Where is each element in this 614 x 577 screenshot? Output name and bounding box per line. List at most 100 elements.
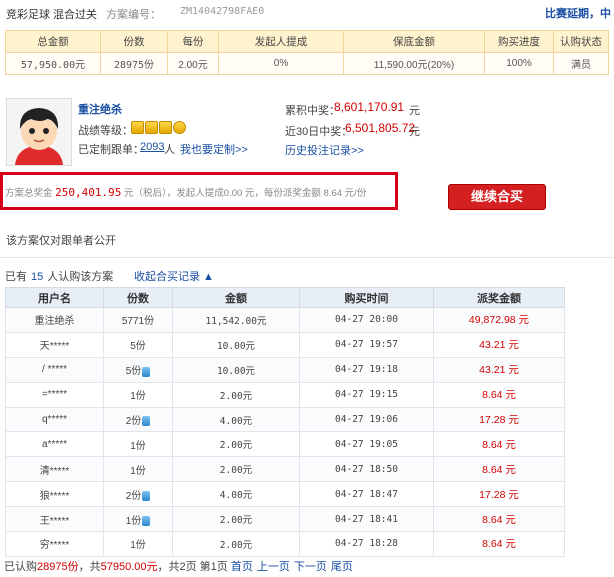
- prize-summary: 方案总奖金 250,401.95 元（税后），发起人提成0.00 元，每份派奖金…: [5, 185, 366, 199]
- cell-shares: 1份: [103, 506, 173, 533]
- cell-amount: 10.00元: [172, 331, 300, 358]
- cell-time-text: 04-27 19:57: [335, 339, 398, 351]
- cell-username-text: 穷*****: [39, 540, 70, 552]
- cell-username-text: q*****: [41, 414, 68, 425]
- prize-highlight-box: 方案总奖金 250,401.95 元（税后），发起人提成0.00 元，每份派奖金…: [0, 172, 398, 210]
- cell-time-text: 04-27 18:50: [335, 463, 398, 475]
- cell-time-text: 04-27 19:18: [335, 364, 398, 376]
- table-row: / ***** 5份 10.00元 04-27 19:18 43.21 元: [5, 356, 565, 383]
- cell-shares-text: 2份: [125, 416, 142, 427]
- crown-icon: [159, 121, 172, 134]
- pager-pages: ，共2页 第1页: [157, 561, 228, 573]
- first-page-link[interactable]: 首页: [231, 561, 253, 573]
- cell-prize-text: 43.21 元: [479, 339, 519, 352]
- buyers-suffix: 人认购该方案: [47, 271, 114, 283]
- cell-amount: 2.00元: [172, 506, 300, 533]
- mobile-icon: [142, 366, 151, 377]
- next-page-link[interactable]: 下一页: [294, 561, 327, 573]
- username-link[interactable]: 重注绝杀: [78, 101, 122, 117]
- last-page-link[interactable]: 尾页: [331, 561, 353, 573]
- total-win-value: 8,601,170.91: [334, 100, 405, 114]
- cell-shares-text: 5771份: [121, 316, 155, 328]
- col-shares: 份数: [103, 287, 173, 308]
- col-username: 用户名: [5, 287, 104, 308]
- col-time: 购买时间: [299, 287, 434, 308]
- cell-username-text: 王*****: [39, 515, 70, 527]
- buyers-prefix: 已有: [5, 271, 27, 283]
- buyers-count: 15: [31, 271, 44, 283]
- total-amount: 57,950.00元: [5, 52, 101, 75]
- col-amount: 金额: [172, 287, 300, 308]
- table-row: 重注绝杀 5771份 11,542.00元 04-27 20:00 49,872.98 …: [5, 307, 565, 333]
- mobile-icon: [142, 491, 151, 502]
- cell-prize-text: 49,872.98 元: [468, 314, 530, 327]
- cell-shares-text: 5份: [125, 366, 142, 378]
- cell-prize-text: 8.64 元: [482, 538, 516, 551]
- cell-amount-text: 4.00元: [219, 415, 253, 427]
- cell-amount: 2.00元: [172, 531, 300, 557]
- level-medals: [131, 121, 186, 134]
- cell-username: 穷*****: [5, 531, 104, 557]
- cell-username-text: =*****: [41, 389, 68, 401]
- col-prize: 派奖金额: [433, 287, 565, 308]
- cell-prize: 49,872.98 元: [433, 307, 565, 333]
- match-delay-link[interactable]: 比赛延期，中: [545, 5, 611, 21]
- table-row: 清***** 1份 2.00元 04-27 18:50 8.64 元: [5, 456, 565, 483]
- cell-prize: 8.64 元: [433, 531, 565, 557]
- cell-amount-text: 2.00元: [219, 539, 253, 551]
- cell-shares-text: 5份: [130, 341, 146, 353]
- cell-username: a*****: [5, 431, 104, 458]
- pager-mid: ，共: [78, 561, 101, 573]
- custom-follow-unit: 人: [164, 144, 175, 156]
- cell-shares-text: 1份: [130, 465, 146, 477]
- prize-label: 方案总奖金: [5, 188, 53, 199]
- custom-follow-count[interactable]: 2093: [140, 141, 164, 153]
- cell-prize: 43.21 元: [433, 356, 565, 383]
- cell-time: 04-27 19:18: [299, 356, 434, 383]
- crown-icon: [145, 121, 158, 134]
- cell-prize-text: 8.64 元: [482, 513, 516, 526]
- guarantee-amount: 11,590.00元(20%): [343, 52, 485, 75]
- cell-shares-text: 1份: [130, 440, 146, 452]
- cell-time-text: 04-27 18:47: [335, 488, 398, 500]
- history-bets-link[interactable]: 历史投注记录>>: [285, 142, 364, 158]
- prev-page-link[interactable]: 上一页: [257, 561, 290, 573]
- cell-prize-text: 17.28 元: [479, 414, 519, 426]
- cell-amount-text: 10.00元: [216, 340, 256, 352]
- table-row: 天***** 5份 10.00元 04-27 19:57 43.21 元: [5, 331, 565, 358]
- total-win-unit: 元: [409, 105, 420, 117]
- cell-time-text: 04-27 18:28: [335, 538, 398, 550]
- collapse-records-link[interactable]: 收起合买记录 ▲: [134, 268, 214, 284]
- cell-shares-text: 2份: [125, 490, 142, 502]
- cell-username-text: / *****: [41, 364, 67, 376]
- pager-shares: 28975份: [37, 561, 79, 573]
- user-avatar[interactable]: [6, 98, 72, 166]
- table-row: =***** 1份 2.00元 04-27 19:15 8.64 元: [5, 381, 565, 408]
- cell-time: 04-27 18:41: [299, 506, 434, 533]
- cell-time: 04-27 18:28: [299, 531, 434, 557]
- custom-follow-link[interactable]: 我也要定制>>: [180, 141, 248, 157]
- cell-amount-text: 2.00元: [219, 465, 253, 477]
- cell-amount: 4.00元: [172, 406, 300, 433]
- cell-shares: 2份: [103, 481, 173, 508]
- table-row: 穷***** 1份 2.00元 04-27 18:28 8.64 元: [5, 531, 565, 557]
- pager-total: 57950.00元: [100, 561, 158, 573]
- cell-shares: 5份: [103, 331, 173, 358]
- public-note: 该方案仅对跟单者公开: [6, 235, 116, 247]
- cell-username: =*****: [5, 381, 104, 408]
- cell-username: 清*****: [5, 456, 104, 483]
- cell-username-text: a*****: [41, 438, 68, 450]
- recent-win-label: 近30日中奖：: [285, 126, 353, 138]
- cell-prize: 8.64 元: [433, 506, 565, 533]
- pagination: 已认购28975份，共57950.00元，共2页 第1页 首页 上一页 下一页 尾页: [4, 558, 357, 574]
- sun-icon: [173, 121, 186, 134]
- cell-prize-text: 8.64 元: [482, 463, 516, 476]
- cell-amount-text: 10.00元: [216, 365, 256, 377]
- cell-username-text: 狼*****: [39, 490, 70, 502]
- continue-buy-button[interactable]: 继续合买: [448, 184, 546, 210]
- play-type: 混合过关: [53, 9, 97, 21]
- table-row: 王***** 1份 2.00元 04-27 18:41 8.64 元: [5, 506, 565, 533]
- cell-shares: 1份: [103, 456, 173, 483]
- lottery-type: 竞彩足球: [6, 9, 50, 21]
- cell-shares: 2份: [103, 406, 173, 433]
